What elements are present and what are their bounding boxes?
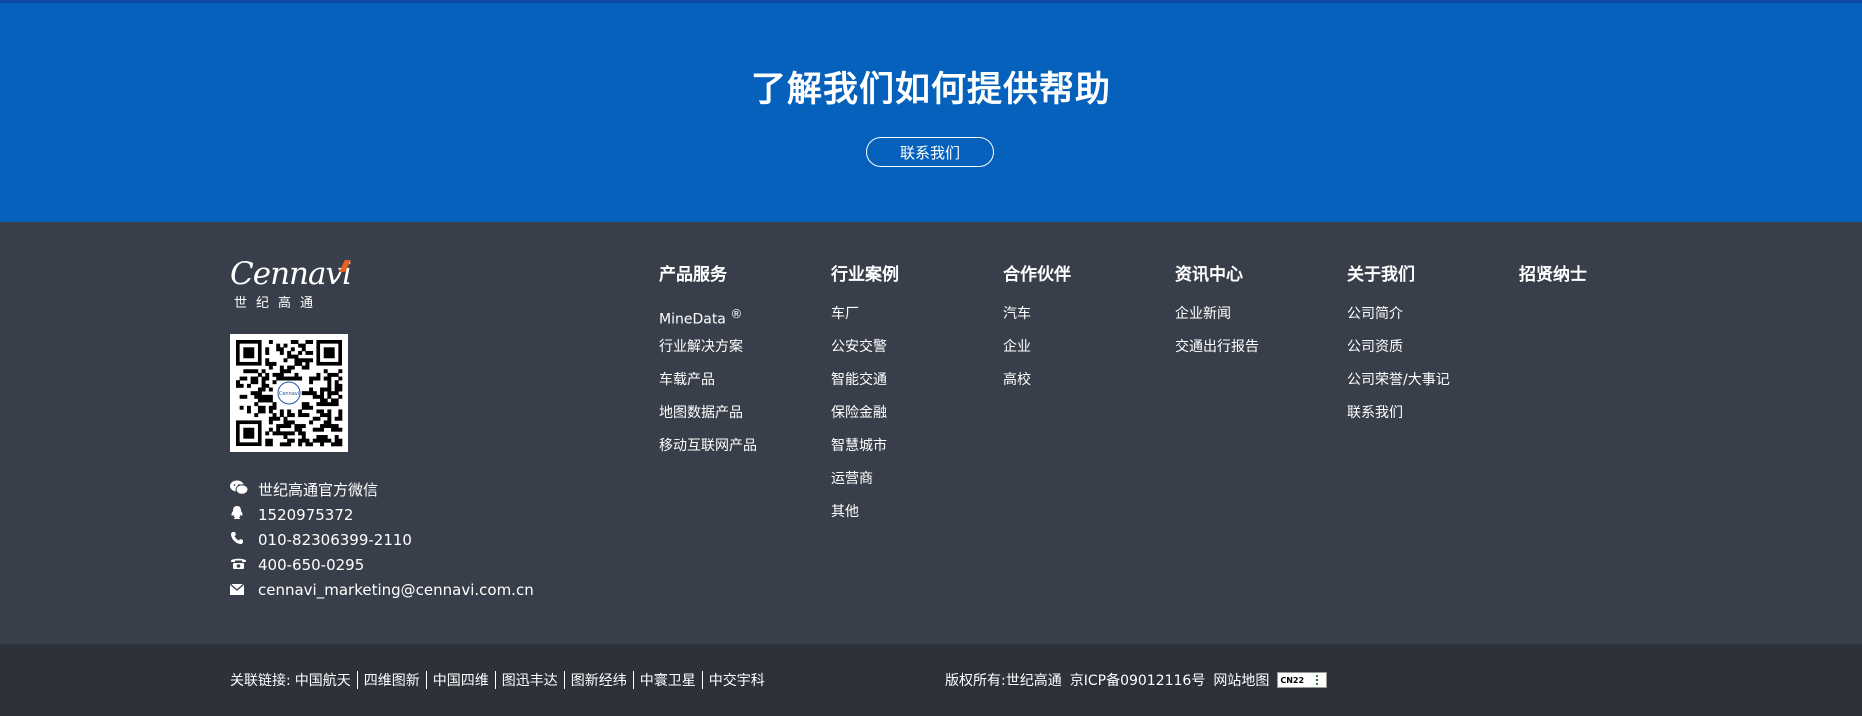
qq-icon: [230, 505, 258, 524]
nav-link[interactable]: 其他: [831, 501, 991, 534]
nav-link[interactable]: 车载产品: [659, 369, 819, 402]
footer-bottom-bar: 关联链接: 中国航天 四维图新 中国四维 图迅丰达 图新经纬 中寰卫星 中交宇科…: [0, 644, 1862, 716]
nav-column-partners: 合作伙伴 汽车 企业 高校: [1003, 260, 1163, 402]
svg-text:Cennavi: Cennavi: [279, 391, 299, 397]
related-link[interactable]: 中国航天: [291, 670, 357, 690]
related-links-label: 关联链接:: [230, 673, 291, 689]
cta-title: 了解我们如何提供帮助: [750, 70, 1111, 110]
nav-column-careers: 招贤纳士: [1519, 260, 1679, 303]
logo-subtitle: 世纪高通: [234, 296, 323, 311]
nav-link[interactable]: 车厂: [831, 303, 991, 336]
nav-column-about: 关于我们 公司简介 公司资质 公司荣誉/大事记 联系我们: [1347, 260, 1507, 435]
related-links: 关联链接: 中国航天 四维图新 中国四维 图迅丰达 图新经纬 中寰卫星 中交宇科: [230, 670, 771, 690]
copyright-text: 版权所有:世纪高通: [945, 673, 1062, 689]
related-link[interactable]: 图新经纬: [565, 670, 633, 690]
nav-link[interactable]: 移动互联网产品: [659, 435, 819, 468]
nav-link-minedata[interactable]: MineData ®: [659, 303, 819, 336]
nav-column-title[interactable]: 产品服务: [659, 260, 819, 285]
contact-phone: 010-82306399-2110: [230, 527, 534, 552]
contact-us-button[interactable]: 联系我们: [866, 137, 994, 167]
nav-column-title[interactable]: 合作伙伴: [1003, 260, 1163, 285]
nav-link[interactable]: 高校: [1003, 369, 1163, 402]
related-link[interactable]: 中寰卫星: [634, 670, 702, 690]
nav-column-title[interactable]: 关于我们: [1347, 260, 1507, 285]
nav-column-title[interactable]: 资讯中心: [1175, 260, 1335, 285]
nav-link[interactable]: 地图数据产品: [659, 402, 819, 435]
nav-column-title[interactable]: 行业案例: [831, 260, 991, 285]
nav-link[interactable]: 交通出行报告: [1175, 336, 1335, 369]
nav-link[interactable]: 智能交通: [831, 369, 991, 402]
contact-email: cennavi_marketing@cennavi.com.cn: [229, 577, 534, 602]
related-link[interactable]: 图迅丰达: [496, 670, 564, 690]
cennavi-logo[interactable]: Cennavi 世纪高通: [230, 256, 360, 311]
nav-column-title[interactable]: 招贤纳士: [1519, 260, 1679, 285]
security-badge-text: CN22: [1280, 675, 1305, 685]
contact-list: 世纪高通官方微信 1520975372 010-82306399-2110 40…: [229, 477, 534, 602]
mail-icon: [229, 581, 258, 599]
nav-link[interactable]: 公安交警: [831, 336, 991, 369]
nav-column-cases: 行业案例 车厂 公安交警 智能交通 保险金融 智慧城市 运营商 其他: [831, 260, 991, 534]
nav-link[interactable]: 企业新闻: [1175, 303, 1335, 336]
footer: Cennavi 世纪高通 Cennavi 世纪高通官方微信 1520975372…: [0, 222, 1862, 644]
contact-email-text[interactable]: cennavi_marketing@cennavi.com.cn: [258, 581, 534, 599]
registered-mark: ®: [730, 307, 743, 321]
phone-icon: [230, 531, 258, 549]
nav-link[interactable]: 汽车: [1003, 303, 1163, 336]
contact-qq: 1520975372: [230, 502, 534, 527]
copyright-info: 版权所有:世纪高通 京ICP备09012116号 网站地图 CN22: [945, 670, 1328, 690]
wechat-icon: [230, 480, 258, 499]
nav-link[interactable]: 公司荣誉/大事记: [1347, 369, 1507, 402]
nav-link[interactable]: 公司资质: [1347, 336, 1507, 369]
contact-wechat-text: 世纪高通官方微信: [258, 481, 379, 499]
telephone-icon: [230, 556, 258, 574]
badge-stripes: [1316, 675, 1319, 685]
nav-link[interactable]: 行业解决方案: [659, 336, 819, 369]
related-link[interactable]: 中交宇科: [703, 670, 771, 690]
nav-link[interactable]: 联系我们: [1347, 402, 1507, 435]
nav-link[interactable]: 运营商: [831, 468, 991, 501]
nav-link[interactable]: 保险金融: [831, 402, 991, 435]
nav-column-products: 产品服务 MineData ® 行业解决方案 车载产品 地图数据产品 移动互联网…: [659, 260, 819, 468]
sitemap-link[interactable]: 网站地图: [1213, 670, 1269, 690]
related-link[interactable]: 中国四维: [427, 670, 495, 690]
nav-column-news: 资讯中心 企业新闻 交通出行报告: [1175, 260, 1335, 369]
contact-wechat: 世纪高通官方微信: [230, 477, 534, 502]
icp-license-link[interactable]: 京ICP备09012116号: [1070, 670, 1206, 690]
related-link[interactable]: 四维图新: [358, 670, 426, 690]
cta-banner: 了解我们如何提供帮助 联系我们: [0, 0, 1862, 222]
contact-phone-text: 010-82306399-2110: [258, 530, 412, 549]
contact-telephone-text: 400-650-0295: [258, 555, 365, 574]
logo-wordmark: Cennavi: [230, 256, 352, 292]
wechat-qr-code: Cennavi: [230, 334, 348, 452]
nav-link[interactable]: 企业: [1003, 336, 1163, 369]
contact-qq-text: 1520975372: [258, 505, 354, 524]
nav-link[interactable]: 智慧城市: [831, 435, 991, 468]
security-badge[interactable]: CN22: [1277, 672, 1328, 688]
contact-telephone: 400-650-0295: [230, 552, 534, 577]
nav-link[interactable]: 公司简介: [1347, 303, 1507, 336]
